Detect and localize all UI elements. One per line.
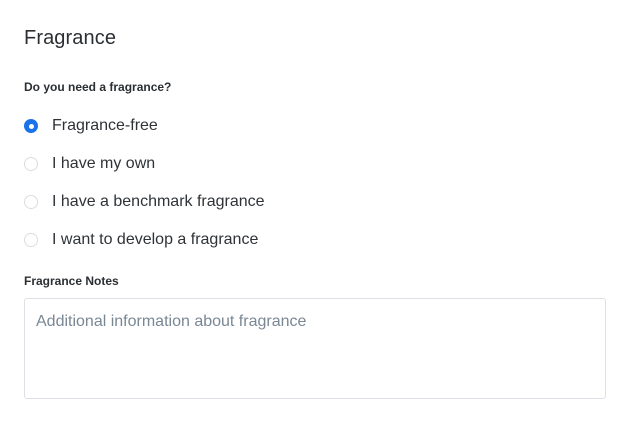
- radio-option-develop[interactable]: I want to develop a fragrance: [24, 221, 584, 259]
- radio-label: I have a benchmark fragrance: [52, 193, 265, 210]
- radio-button-checked[interactable]: [24, 119, 38, 133]
- fragrance-notes-label: Fragrance Notes: [24, 274, 119, 288]
- radio-dot: [28, 123, 34, 129]
- radio-option-benchmark[interactable]: I have a benchmark fragrance: [24, 183, 584, 221]
- radio-option-have-own[interactable]: I have my own: [24, 145, 584, 183]
- radio-label: Fragrance-free: [52, 117, 158, 134]
- radio-label: I have my own: [52, 155, 156, 172]
- section-title: Fragrance: [24, 27, 117, 49]
- fragrance-question-label: Do you need a fragrance?: [24, 80, 172, 94]
- radio-label: I want to develop a fragrance: [52, 231, 259, 248]
- fragrance-form: Fragrance Do you need a fragrance? Fragr…: [0, 0, 630, 423]
- radio-option-fragrance-free[interactable]: Fragrance-free: [24, 107, 584, 145]
- radio-button[interactable]: [24, 195, 38, 209]
- radio-button[interactable]: [24, 157, 38, 171]
- fragrance-radio-group: Fragrance-free I have my own I have a be…: [24, 107, 584, 259]
- fragrance-notes-textarea[interactable]: [24, 298, 606, 399]
- radio-button[interactable]: [24, 233, 38, 247]
